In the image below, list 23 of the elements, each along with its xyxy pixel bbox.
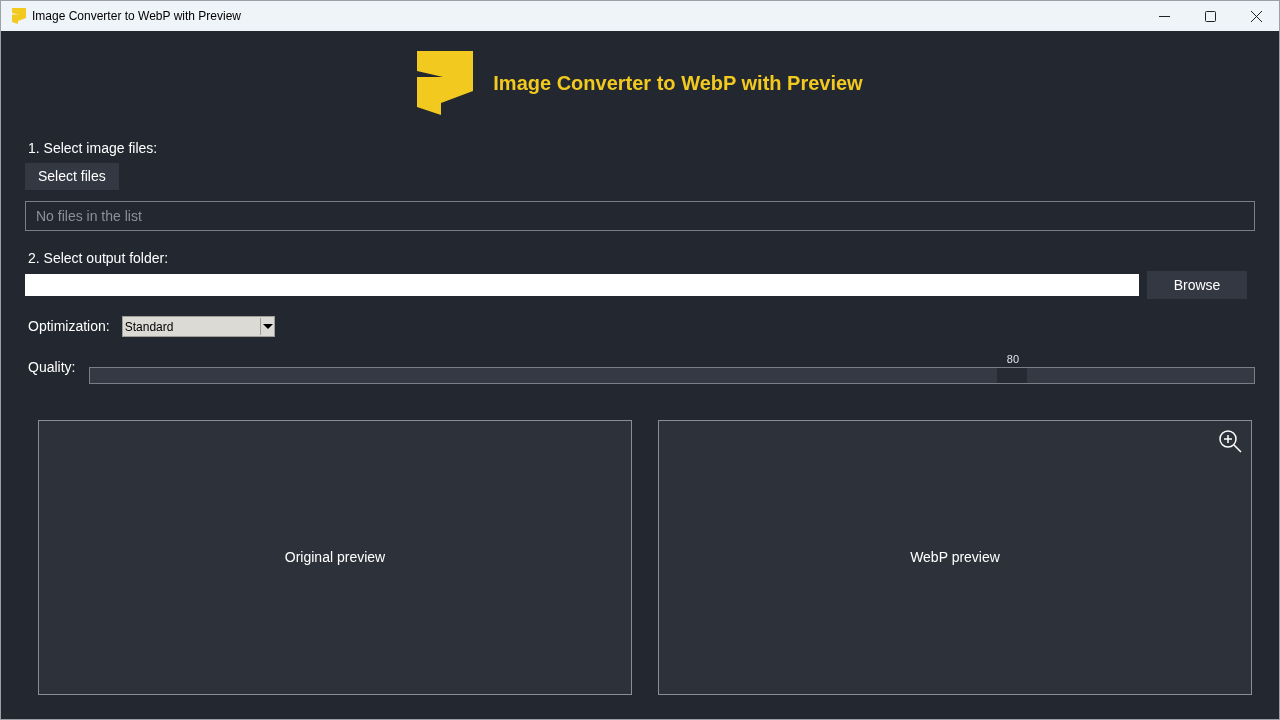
slider-thumb[interactable] — [997, 368, 1028, 383]
quality-value: 80 — [1006, 352, 1019, 367]
zoom-in-icon[interactable] — [1219, 430, 1242, 453]
file-list[interactable]: No files in the list — [25, 201, 1255, 231]
app-logo-icon — [12, 8, 26, 24]
maximize-icon — [1204, 10, 1216, 22]
quality-slider[interactable] — [89, 367, 1255, 384]
close-icon — [1250, 10, 1262, 22]
browse-button[interactable]: Browse — [1147, 271, 1247, 299]
section-label: 1. Select image files: — [28, 139, 158, 158]
select-files-button[interactable]: Select files — [25, 163, 119, 190]
quality-label: Quality: — [28, 358, 76, 377]
preview-label: Original preview — [284, 548, 386, 567]
window-title: Image Converter to WebP with Preview — [32, 8, 241, 25]
app-heading: Image Converter to WebP with Preview — [493, 71, 863, 96]
output-folder-field[interactable] — [25, 274, 1139, 296]
dropdown-arrow-icon — [259, 318, 274, 335]
optimization-dropdown[interactable]: Standard — [121, 316, 275, 337]
preview-label: WebP preview — [910, 548, 1000, 567]
optimization-label: Optimization: — [28, 317, 110, 336]
minimize-icon — [1158, 15, 1170, 17]
section-label: 2. Select output folder: — [28, 249, 169, 268]
logo-icon — [417, 51, 474, 115]
